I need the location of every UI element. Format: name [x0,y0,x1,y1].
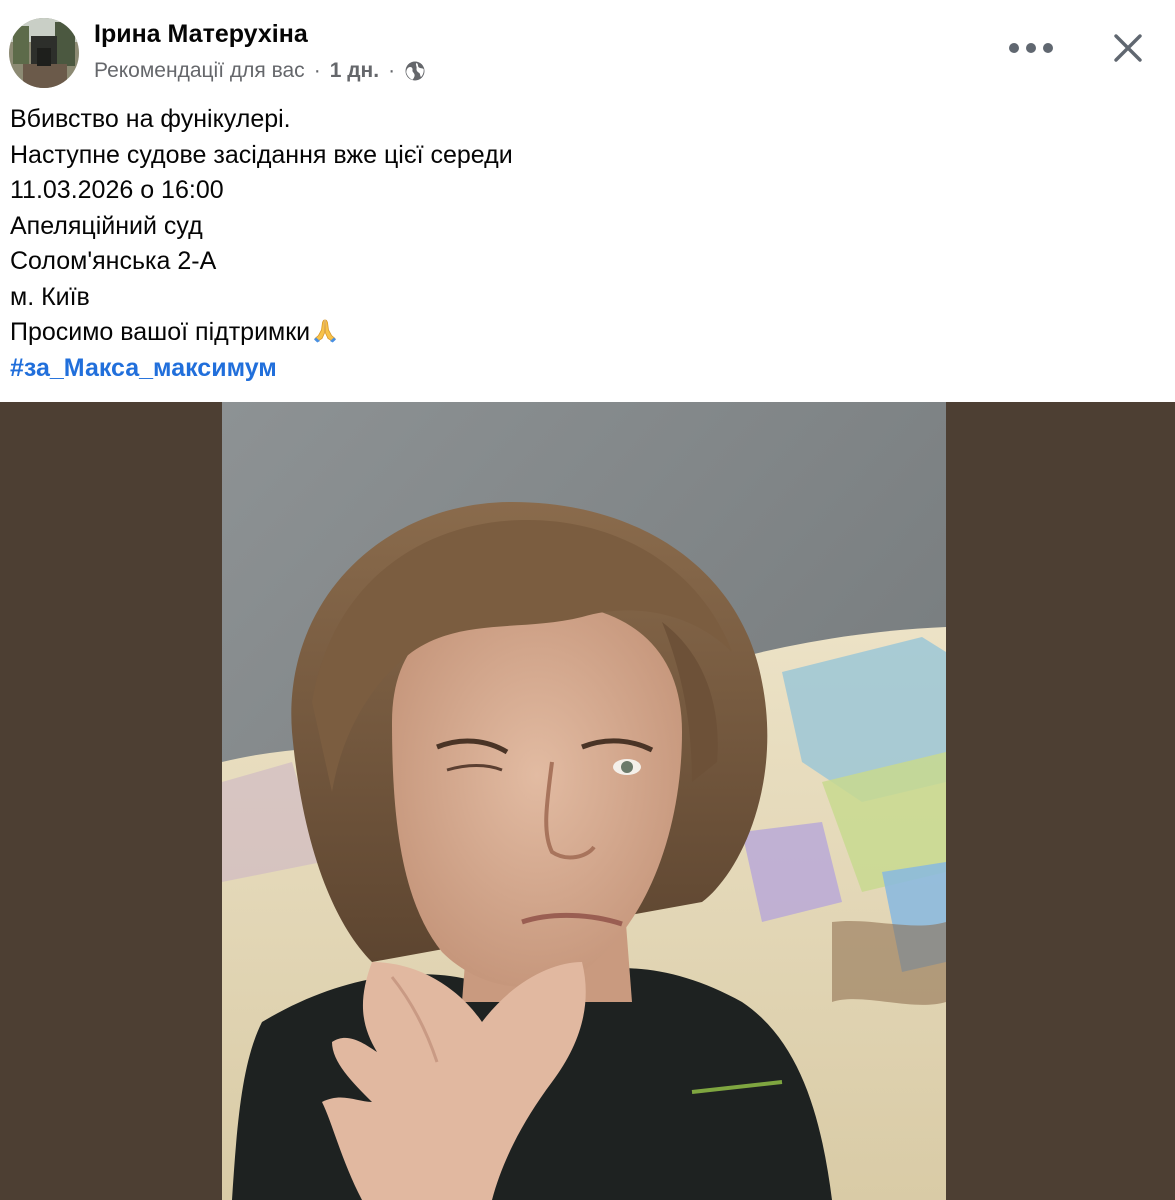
post-header: Ірина Матерухіна Рекомендації для вас · … [0,0,1175,98]
folded-hands-emoji-icon [311,316,339,344]
post-photo[interactable] [222,402,946,1200]
audience-label: Рекомендації для вас [94,59,305,82]
post-message: Вбивство на фунікулері. Наступне судове … [10,102,1160,386]
post-timestamp[interactable]: 1 дн. [330,59,379,83]
post-media [0,402,1175,1200]
globe-icon[interactable] [404,60,426,82]
message-line: 11.03.2026 о 16:00 [10,176,224,204]
meta-separator: · [388,59,396,82]
message-line-with-emoji: Просимо вашої підтримки [10,315,1160,351]
message-line: Апеляційний суд [10,211,203,240]
meta-separator: · [313,59,321,82]
message-line: м. Київ [10,282,90,311]
author-name[interactable]: Ірина Матерухіна [94,20,308,49]
message-line: Солом'янська 2-А [10,247,217,275]
post-meta: Рекомендації для вас · 1 дн. · [94,58,426,84]
support-request-text: Просимо вашої підтримки [10,318,311,346]
close-icon[interactable] [1104,24,1152,72]
more-horizontal-icon[interactable] [1008,28,1054,68]
message-line: Вбивство на фунікулері. [10,105,291,133]
message-line: Наступне судове засідання вже цієї серед… [10,140,513,169]
author-avatar[interactable] [9,18,79,88]
hashtag-link[interactable]: #за_Макса_максимум [10,351,1160,387]
feed-post: Ірина Матерухіна Рекомендації для вас · … [0,0,1175,1200]
